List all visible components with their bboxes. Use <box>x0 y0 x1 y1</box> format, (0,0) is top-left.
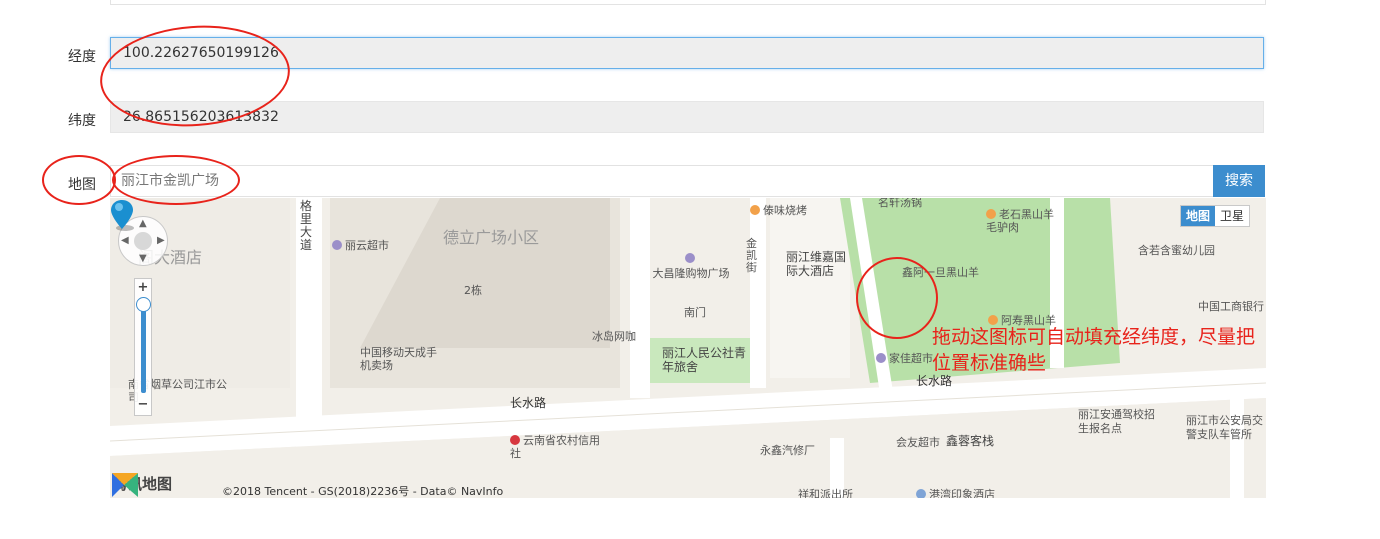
pan-down-icon[interactable]: ▼ <box>139 253 147 264</box>
pan-left-icon[interactable]: ◀ <box>121 235 129 246</box>
map-label-deli: 德立广场小区 <box>443 228 540 247</box>
restaurant-icon <box>750 205 760 215</box>
zoom-handle[interactable] <box>136 297 151 312</box>
map-poi-mingxuan: 名轩汤锅 <box>878 198 922 209</box>
previous-field-edge <box>110 0 1266 5</box>
annotation-hint-text: 拖动这图标可自动填充经纬度，尽量把位置标准确些 <box>932 326 1256 374</box>
restaurant-icon <box>986 209 996 219</box>
longitude-input[interactable]: 100.22627650199126 <box>110 37 1264 69</box>
map-label: 地图 <box>68 177 96 193</box>
map-poi-hanruo: 含若含蜜幼儿园 <box>1138 244 1215 257</box>
zoom-track <box>141 301 146 393</box>
longitude-label: 经度 <box>68 49 96 65</box>
bank-icon <box>510 435 520 445</box>
hotel-icon <box>916 489 926 498</box>
map-poi-gangwan-label: 港湾印象酒店 <box>929 488 995 498</box>
map-poi-nanmen: 南门 <box>684 306 706 319</box>
map-poi-xinrong: 鑫蓉客栈 <box>946 434 995 448</box>
pan-right-icon[interactable]: ▶ <box>157 235 165 246</box>
map-poi-liyun: 丽云超市 <box>332 237 389 253</box>
pan-center <box>134 232 152 250</box>
pan-up-icon[interactable]: ▲ <box>139 218 147 229</box>
map-navigation-control: ▲ ▼ ◀ ▶ + − <box>118 206 168 416</box>
map-poi-xianghe: 祥和派出所 <box>798 488 853 498</box>
map-poi-yongxin: 永鑫汽修厂 <box>760 444 815 457</box>
map-poi-jiajia: 家佳超市 <box>876 350 933 366</box>
map-poi-anton: 丽江安通驾校招生报名点 <box>1078 408 1155 435</box>
map-search-input[interactable]: 丽江市金凯广场 <box>110 165 1214 197</box>
map-type-switch: 地图 卫星 <box>1180 205 1251 227</box>
map-poi-daichang: 大昌隆购物广场 <box>646 252 736 281</box>
map-poi-icbc: 中国工商银行 <box>1198 298 1266 314</box>
latitude-label: 纬度 <box>68 113 96 129</box>
tencent-map-logo: 腾讯地图 <box>112 473 172 497</box>
map-poi-weijia: 丽江维嘉国际大酒店 <box>786 250 847 278</box>
map-poi-huiyou: 会友超市 <box>896 436 940 449</box>
latitude-input[interactable]: 26.865156203613832 <box>110 101 1264 133</box>
zoom-out-button[interactable]: − <box>135 397 151 412</box>
map-poi-daichang-label: 大昌隆购物广场 <box>652 267 730 280</box>
map-poi-liyun-label: 丽云超市 <box>345 239 389 252</box>
map-type-map-button[interactable]: 地图 <box>1181 206 1216 226</box>
map-label-jinkai: 金凯街 <box>746 237 757 274</box>
map-poi-laoshi-label: 老石黑山羊毛驴肉 <box>986 208 1054 234</box>
shop-icon <box>876 353 886 363</box>
mall-icon <box>684 253 695 263</box>
map-poi-rural-credit-label: 云南省农村信用社 <box>510 434 600 460</box>
tencent-map-logo-icon <box>112 473 138 497</box>
map-copyright: ©2018 Tencent - GS(2018)2236号 - Data© Na… <box>222 485 504 498</box>
map-poi-traffic-police: 丽江市公安局交警支队车管所 <box>1186 414 1263 441</box>
map-poi-daiwei: 傣味烧烤 <box>750 202 807 218</box>
map-poi-mobile: 中国移动天成手机卖场 <box>360 346 437 372</box>
map-poi-jiajia-label: 家佳超市 <box>889 352 933 365</box>
search-button[interactable]: 搜索 <box>1213 165 1265 197</box>
road-label-changshui-west: 长水路 <box>510 396 547 410</box>
map-poi-renmin: 丽江人民公社青年旅舍 <box>662 346 747 374</box>
location-pin-icon[interactable] <box>110 198 136 232</box>
map-poi-rural-credit: 云南省农村信用社 <box>510 434 600 460</box>
map-poi-gangwan: 港湾印象酒店 <box>916 486 995 498</box>
map-poi-daiwei-label: 傣味烧烤 <box>763 204 807 217</box>
map-poi-bingdao: 冰岛网咖 <box>592 330 636 343</box>
shop-icon <box>332 240 342 250</box>
map-poi-laoshi: 老石黑山羊毛驴肉 <box>986 208 1058 234</box>
map-label-geli-road: 格里大道 <box>300 199 313 252</box>
zoom-slider[interactable]: + − <box>134 278 152 416</box>
map-poi-icbc-label: 中国工商银行 <box>1198 300 1264 313</box>
map-label-building: 2栋 <box>464 284 482 297</box>
map-poi-xinyang: 鑫阿一旦黑山羊 <box>902 266 979 279</box>
map-type-satellite-button[interactable]: 卫星 <box>1215 206 1249 226</box>
zoom-in-button[interactable]: + <box>135 280 151 295</box>
